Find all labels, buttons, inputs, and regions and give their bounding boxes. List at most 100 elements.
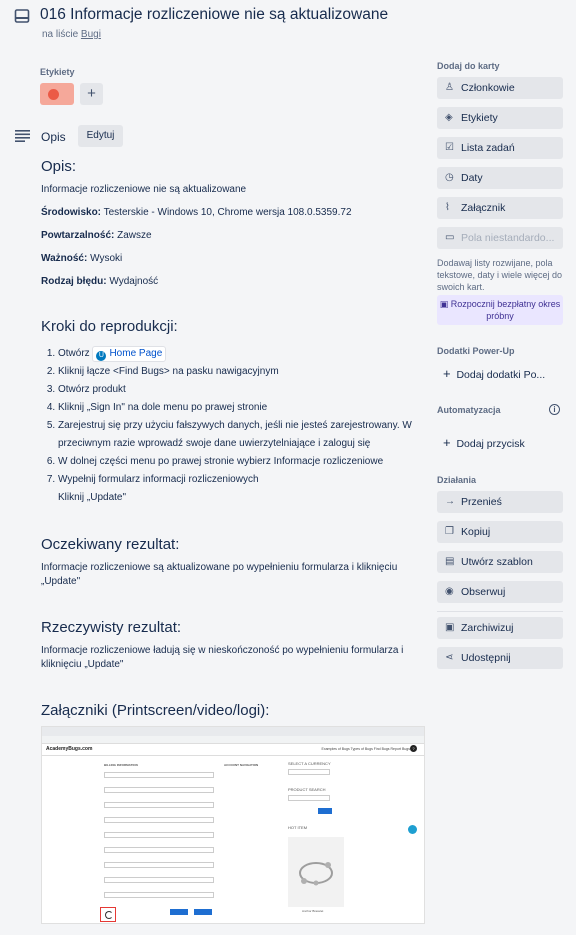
add-to-card-heading: Dodaj do karty [437,61,500,71]
members-button[interactable]: ♙ Członkowie [437,77,563,99]
product-name: Anchor Bracelet [302,909,324,913]
share-button[interactable]: ⋖ Udostępnij [437,647,563,669]
home-page-link[interactable]: U Home Page [92,346,167,362]
product-search-heading: PRODUCT SEARCH [288,787,326,792]
environment-line: Środowisko: Testerskie - Windows 10, Chr… [41,206,352,220]
label-chip[interactable] [40,83,74,105]
list-prefix: na liście [42,29,79,40]
add-label-button[interactable]: + [80,83,103,105]
description-icon [15,130,30,142]
step-item: Zarejestruj się przy użyciu fałszywych d… [58,417,428,453]
person-icon: ♙ [445,82,454,93]
account-nav-heading: ACCOUNT NAVIGATION [224,763,259,767]
update-button [170,909,188,915]
form-field [104,877,214,883]
actual-heading: Rzeczywisty rezultat: [41,619,182,636]
description-heading: Opis [41,130,66,144]
actual-text: Informacje rozliczeniowe ładują się w ni… [41,645,404,670]
actions-divider [437,611,563,612]
currency-select [288,769,330,775]
steps-heading: Kroki do reprodukcji: [41,318,178,335]
form-field [104,862,214,868]
expected-text: Informacje rozliczeniowe są aktualizowan… [41,562,398,587]
move-button[interactable]: → Przenieś [437,491,563,513]
form-field [104,802,214,808]
steps-list: Otwórz UHome Page Kliknij łącze <Find Bu… [58,345,428,507]
copy-icon: ❐ [445,526,454,537]
label-dot [48,89,59,100]
copy-button[interactable]: ❐ Kopiuj [437,521,563,543]
template-icon: ▤ [445,556,455,567]
step-item: Otwórz produkt [58,381,428,399]
edit-description-button[interactable]: Edytuj [78,125,123,147]
tag-icon: ◈ [445,112,453,123]
actions-heading: Działania [437,475,477,485]
labels-button[interactable]: ◈ Etykiety [437,107,563,129]
custom-fields-note: Dodawaj listy rozwijane, pola tekstowe, … [437,258,563,292]
expected-heading: Oczekiwany rezultat: [41,536,180,553]
start-trial-button[interactable]: ▣ Rozpocznij bezpłatny okres próbny [437,295,563,325]
make-template-button[interactable]: ▤ Utwórz szablon [437,551,563,573]
archive-icon: ▣ [445,622,455,633]
search-field [288,795,330,801]
cancel-button [194,909,212,915]
card-icon [14,9,30,23]
share-icon: ⋖ [445,652,454,663]
form-field [104,772,214,778]
summary-text: Informacje rozliczeniowe nie są aktualiz… [41,184,247,195]
clock-icon: ◷ [445,172,454,183]
repeat-value: Zawsze [114,230,152,241]
checklist-button[interactable]: ☑ Lista zadań [437,137,563,159]
list-link[interactable]: Bugi [81,29,101,40]
dates-button[interactable]: ◷ Daty [437,167,563,189]
attachments-heading: Załączniki (Printscreen/video/logi): [41,702,270,719]
automation-heading: Automatyzacja [437,405,501,415]
custom-fields-icon: ▭ [445,232,455,243]
hot-item-heading: HOT ITEM [288,825,308,830]
currency-heading: SELECT A CURRENCY [288,761,331,766]
loading-spinner-icon [100,907,116,922]
product-image [288,837,344,907]
attachment-screenshot[interactable]: AcademyBugs.com Examples of Bugs Types o… [41,726,425,924]
list-reference: na liście Bugi [42,29,101,40]
step-extra: Kliknij „Update" [58,492,127,503]
form-field [104,847,214,853]
browser-bookmarks [42,736,424,744]
prio-label: Ważność: [41,253,88,264]
form-field [104,787,214,793]
plus-icon: + [443,366,451,381]
arrow-right-icon: → [445,496,455,507]
custom-fields-button[interactable]: ▭ Pola niestandardo... [437,227,563,249]
powerups-heading: Dodatki Power-Up [437,346,515,356]
step-item: Kliknij łącze <Find Bugs> na pasku nawig… [58,363,428,381]
form-field [104,817,214,823]
watch-button[interactable]: ◉ Obserwuj [437,581,563,603]
billing-heading: BILLING INFORMATION [104,763,138,767]
browser-tabbar [42,727,424,736]
trial-icon: ▣ [439,299,451,309]
env-label: Środowisko: [41,207,102,218]
info-icon[interactable]: i [549,404,560,415]
add-button-button[interactable]: + Dodaj przycisk [443,435,525,450]
paperclip-icon: ⌇ [445,202,450,213]
plus-icon: + [443,435,451,450]
notification-badge [408,825,417,834]
repeatability-line: Powtarzalność: Zawsze [41,229,152,243]
help-icon: ? [410,745,417,752]
env-value: Testerskie - Windows 10, Chrome wersja 1… [101,207,352,218]
card-title[interactable]: 016 Informacje rozliczeniowe nie są aktu… [40,6,388,24]
form-field [104,892,214,898]
type-value: Wydajność [106,276,159,287]
academybugs-logo: AcademyBugs.com [46,746,93,752]
archive-button[interactable]: ▣ Zarchiwizuj [437,617,563,639]
form-field [104,832,214,838]
add-powerup-button[interactable]: + Dodaj dodatki Po... [443,366,545,381]
labels-heading: Etykiety [40,67,75,77]
checklist-icon: ☑ [445,142,454,153]
link-icon: U [96,351,107,361]
site-nav: Examples of Bugs Types of Bugs Find Bugs… [321,747,410,751]
eye-icon: ◉ [445,586,454,597]
search-button [318,808,332,814]
prio-value: Wysoki [87,253,123,264]
attachment-button[interactable]: ⌇ Załącznik [437,197,563,219]
